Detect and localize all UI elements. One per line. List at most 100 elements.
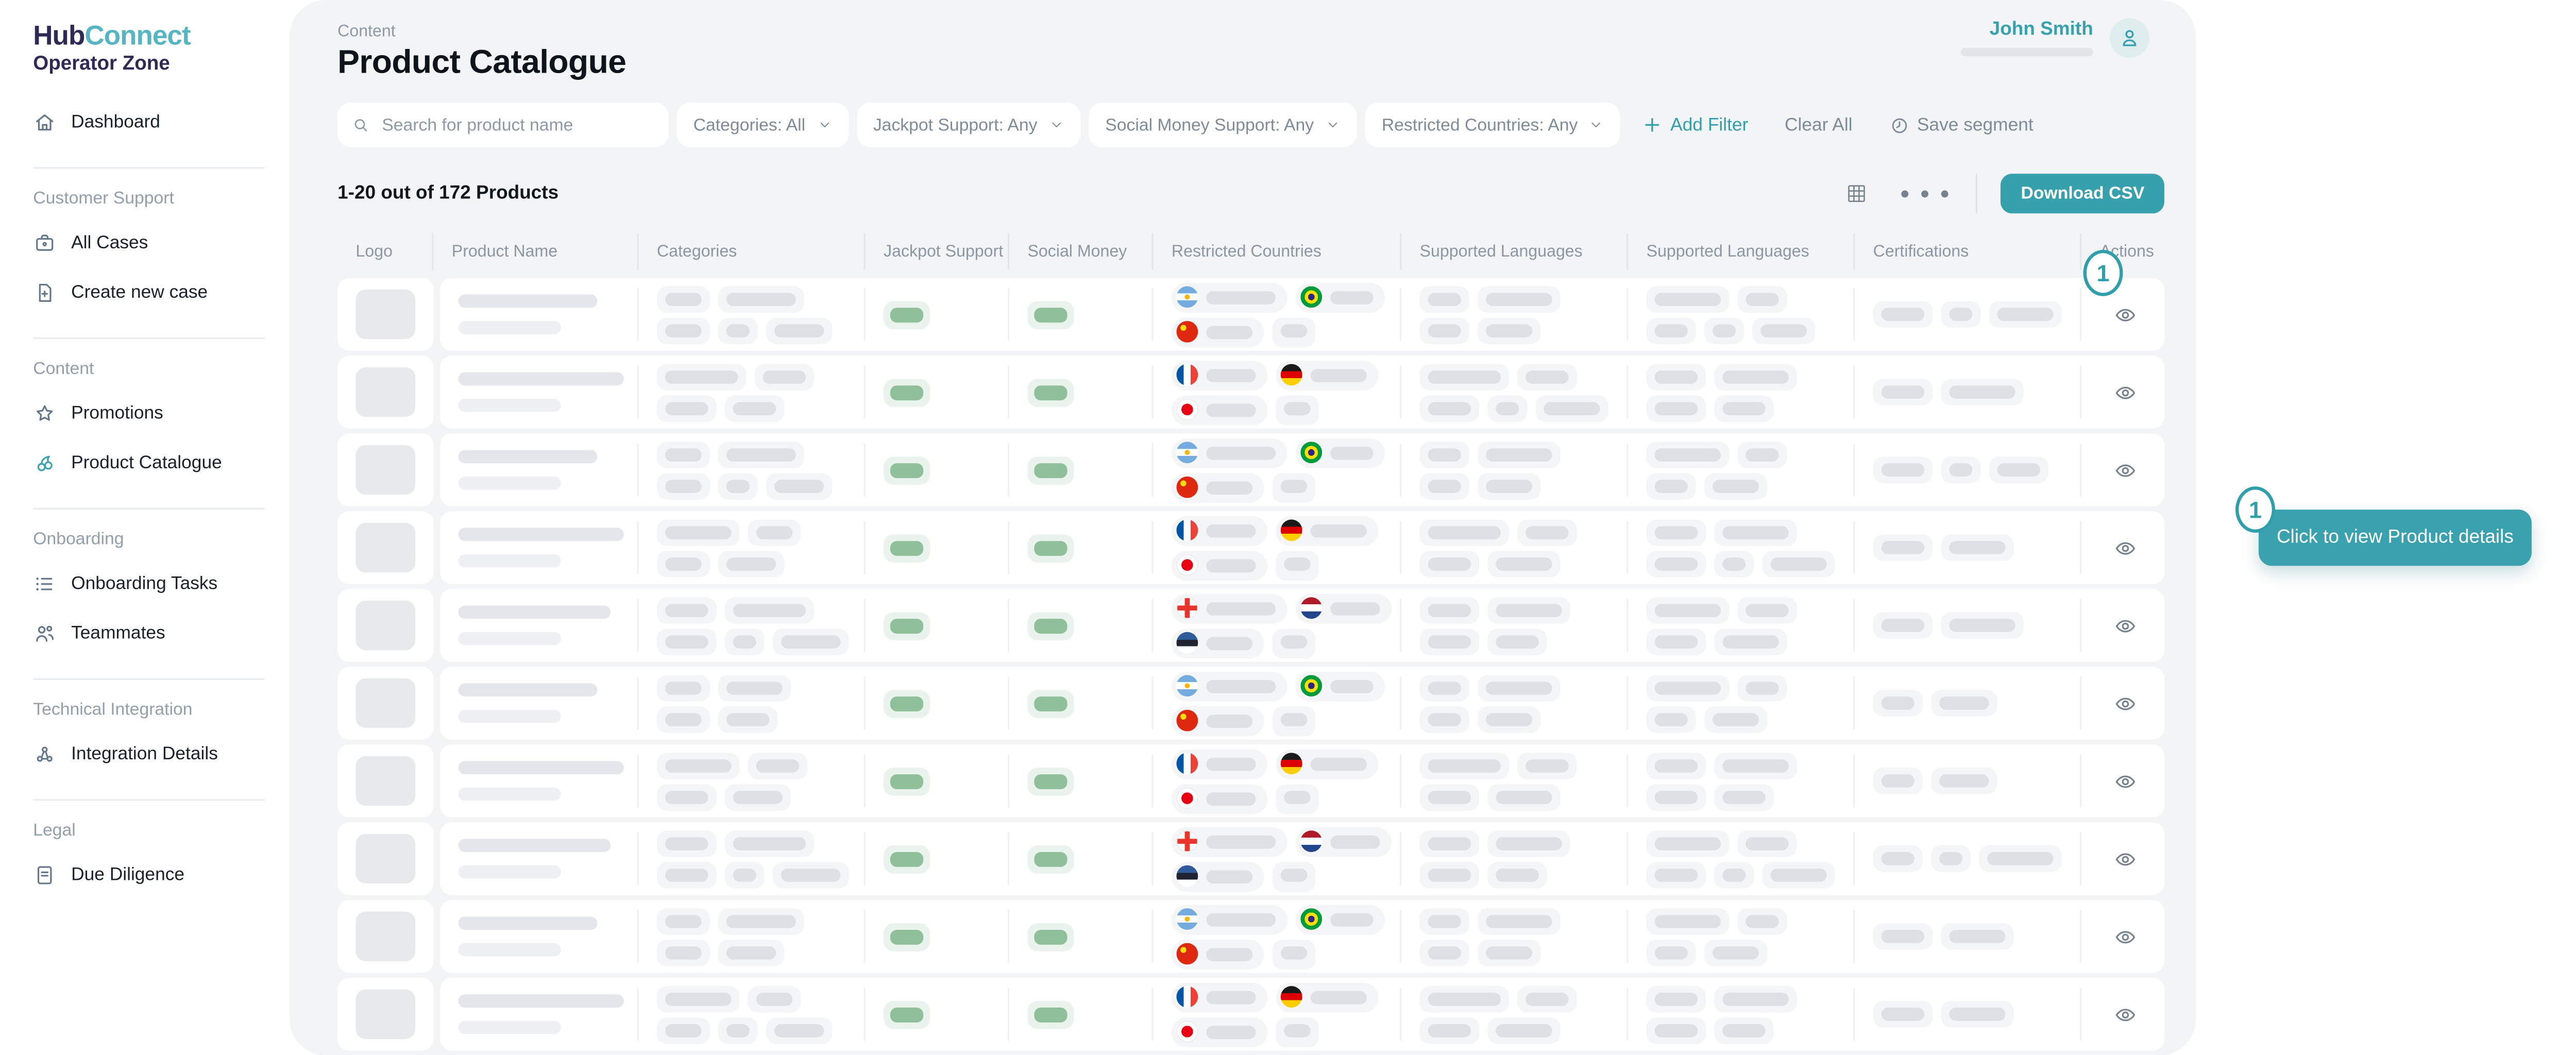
search-box[interactable] (337, 103, 668, 147)
table-row[interactable] (337, 822, 2196, 895)
sidebar-item-label: Onboarding Tasks (71, 574, 217, 594)
restricted-country-pill (1296, 671, 1385, 701)
sidebar-item-promotions[interactable]: Promotions (33, 402, 265, 425)
sidebar-item-label: Teammates (71, 624, 165, 644)
skeleton-bar (1882, 541, 1925, 554)
filter-dropdown-social-money-support[interactable]: Social Money Support: Any (1089, 103, 1357, 147)
pill-row (1873, 612, 2069, 638)
filter-dropdown-categories[interactable]: Categories: All (677, 103, 849, 147)
pill-row (657, 472, 852, 499)
table-row[interactable] (337, 356, 2196, 429)
category-pill-skeleton (657, 674, 710, 701)
sidebar-item-onboarding-tasks[interactable]: Onboarding Tasks (33, 572, 265, 595)
filter-dropdown-restricted-countries[interactable]: Restricted Countries: Any (1365, 103, 1621, 147)
table-row[interactable] (337, 511, 2196, 584)
view-product-details-button[interactable] (2100, 846, 2151, 871)
sidebar-item-integration-details[interactable]: Integration Details (33, 743, 265, 766)
product-name-cell (440, 822, 638, 895)
skeleton-bar (1428, 557, 1471, 570)
table-row[interactable] (337, 978, 2196, 1050)
social-money-cell (1009, 278, 1153, 351)
brand-connect: Connect (84, 22, 190, 52)
language-pill-skeleton (1420, 985, 1509, 1012)
restricted-country-pill (1273, 628, 1316, 658)
clear-all-button[interactable]: Clear All (1785, 115, 1853, 135)
category-pill-skeleton (657, 597, 717, 623)
skeleton-bar (1281, 868, 1307, 881)
pill-row (1420, 472, 1615, 499)
view-product-details-button[interactable] (2100, 302, 2151, 327)
ellipsis-icon[interactable]: ● ● ● (1900, 184, 1953, 202)
restricted-country-pill (1296, 904, 1385, 934)
sidebar-item-teammates[interactable]: Teammates (33, 622, 265, 645)
sidebar-item-dashboard[interactable]: Dashboard (33, 111, 265, 134)
table-row[interactable] (337, 433, 2196, 506)
product-name-skeleton (459, 605, 611, 619)
integration-icon (33, 743, 56, 766)
download-csv-button[interactable]: Download CSV (2001, 174, 2164, 213)
skeleton-bar (733, 603, 806, 617)
skeleton-bar (726, 557, 776, 570)
language-pill-skeleton (1647, 706, 1696, 732)
product-name-skeleton (459, 916, 598, 930)
sidebar-item-create-new-case[interactable]: Create new case (33, 281, 265, 304)
pill-row (1420, 830, 1615, 856)
search-input[interactable] (379, 113, 654, 137)
pill-row (1420, 395, 1615, 421)
skeleton-bar (1206, 636, 1252, 650)
table-row[interactable] (337, 667, 2196, 739)
pill-row (1420, 752, 1615, 778)
brand-name: HubConnect (33, 23, 290, 52)
table-row[interactable] (337, 744, 2196, 817)
restricted-country-row (1172, 706, 1388, 736)
skeleton-bar (726, 448, 796, 461)
language-pill-skeleton (1420, 628, 1480, 654)
annotation-step-circle-row: 1 (2083, 250, 2123, 296)
language-pill-skeleton (1647, 285, 1730, 312)
document-icon (33, 863, 56, 887)
skeleton-bar (1034, 618, 1067, 633)
pill-row (1873, 1001, 2069, 1027)
view-product-details-button[interactable] (2100, 457, 2151, 482)
skeleton-bar (1655, 945, 1688, 959)
avatar[interactable] (2110, 18, 2149, 58)
sidebar-item-all-cases[interactable]: All Cases (33, 231, 265, 254)
categories-cell (639, 900, 866, 973)
save-segment-button[interactable]: Save segment (1889, 115, 2033, 135)
skeleton-bar (1428, 324, 1461, 337)
skeleton-bar (1722, 635, 1778, 648)
clock-icon (1889, 115, 1909, 135)
sidebar-item-product-catalogue[interactable]: Product Catalogue (33, 451, 265, 474)
restricted-country-row (1172, 282, 1388, 312)
eye-icon (2113, 846, 2138, 871)
skeleton-bar (1655, 992, 1698, 1005)
grid-view-icon[interactable] (1845, 182, 1869, 205)
table-row[interactable] (337, 900, 2196, 973)
view-product-details-button[interactable] (2100, 691, 2151, 716)
pill-row (1420, 363, 1615, 389)
skeleton-bar (1428, 712, 1461, 726)
language-pill-skeleton (1487, 628, 1547, 654)
user-menu[interactable]: John Smith (1961, 18, 2149, 58)
view-product-details-button[interactable] (2100, 535, 2151, 560)
skeleton-bar (1949, 308, 1972, 321)
sidebar-item-due-diligence[interactable]: Due Diligence (33, 863, 265, 887)
jackpot-support-cell (866, 744, 1009, 817)
table-row[interactable] (337, 589, 2196, 661)
filter-dropdown-jackpot-support[interactable]: Jackpot Support: Any (857, 103, 1080, 147)
view-product-details-button[interactable] (2100, 924, 2151, 949)
actions-cell (2081, 822, 2164, 895)
table-row[interactable] (337, 278, 2196, 351)
view-product-details-button[interactable] (2100, 1002, 2151, 1027)
skeleton-bar (1486, 914, 1552, 927)
certifications-cell (1855, 433, 2081, 506)
language-pill-skeleton (1420, 363, 1509, 389)
add-filter-button[interactable]: Add Filter (1644, 115, 1749, 135)
language-pill-skeleton (1647, 985, 1706, 1012)
skeleton-bar (665, 712, 702, 726)
view-product-details-button[interactable] (2100, 769, 2151, 793)
language-pill-skeleton (1487, 597, 1570, 623)
view-product-details-button[interactable] (2100, 613, 2151, 638)
view-product-details-button[interactable] (2100, 380, 2151, 404)
column-header-restricted-countries: Restricted Countries (1154, 233, 1402, 270)
